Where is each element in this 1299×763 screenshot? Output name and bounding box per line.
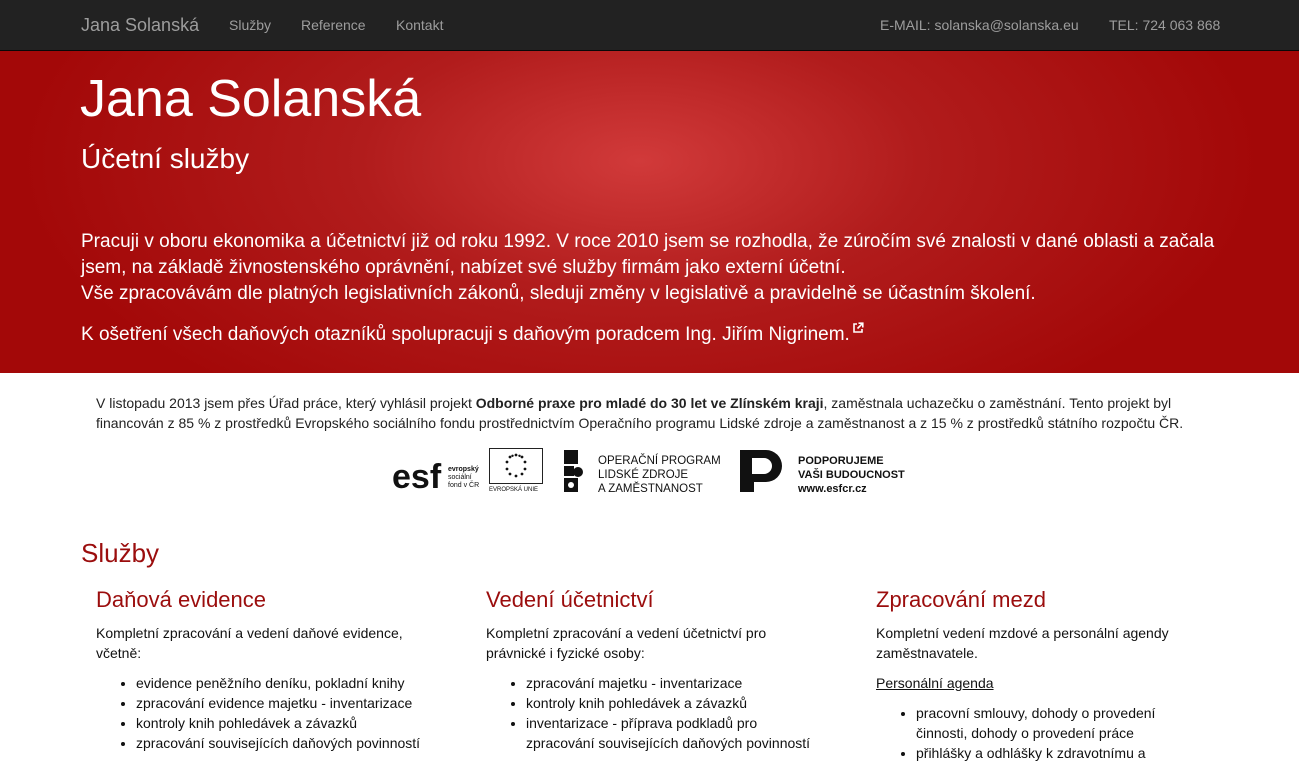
op-text: OPERAČNÍ PROGRAM LIDSKÉ ZDROJE A ZAMĚSTN…: [598, 454, 721, 496]
support-line-2: VAŠI BUDOUCNOST: [798, 469, 905, 481]
list-item: evidence peněžního deníku, pokladní knih…: [136, 673, 426, 693]
service-list: pracovní smlouvy, dohody o provedení čin…: [876, 703, 1176, 763]
brand-link[interactable]: Jana Solanská: [81, 15, 199, 36]
op-line-1: OPERAČNÍ PROGRAM: [598, 455, 721, 467]
nav-phone[interactable]: TEL: 724 063 868: [1109, 17, 1220, 33]
list-item: zpracování majetku - inventarizace: [526, 673, 816, 693]
esf-small-line-1: evropský: [448, 466, 479, 473]
nav-link-kontakt[interactable]: Kontakt: [396, 17, 443, 33]
op-line-3: A ZAMĚSTNANOST: [598, 483, 703, 495]
support-url: www.esfcr.cz: [798, 483, 867, 495]
service-heading: Daňová evidence: [96, 587, 267, 612]
eu-funding-logos: esf evropský sociální fond v ČR EVROPSKÁ…: [392, 446, 912, 496]
hero-title: Jana Solanská: [80, 70, 422, 128]
service-subheading: Personální agenda: [876, 675, 994, 691]
service-heading: Vedení účetnictví: [486, 587, 654, 612]
hero-subtitle: Účetní služby: [81, 143, 250, 174]
nav-link-reference[interactable]: Reference: [301, 17, 366, 33]
service-column-payroll: Zpracování mezd Kompletní vedení mzdové …: [876, 585, 1206, 763]
list-item: přihlášky a odhlášky k zdravotnímu a: [916, 743, 1176, 763]
op-figure-icon: [564, 450, 583, 492]
top-navbar: Jana Solanská Služby Reference Kontakt E…: [0, 0, 1299, 51]
list-item: zpracování evidence majetku - inventariz…: [136, 693, 426, 713]
list-item: pracovní smlouvy, dohody o provedení čin…: [916, 703, 1176, 743]
service-list: evidence peněžního deníku, pokladní knih…: [96, 673, 426, 753]
support-logo: PODPORUJEME VAŠI BUDOUCNOST www.esfcr.cz: [736, 448, 912, 496]
notice-project-name: Odborné praxe pro mladé do 30 let ve Zlí…: [475, 395, 824, 411]
list-item: kontroly knih pohledávek a závazků: [136, 713, 426, 733]
op-lzz-logo: OPERAČNÍ PROGRAM LIDSKÉ ZDROJE A ZAMĚSTN…: [562, 448, 722, 496]
service-list: zpracování majetku - inventarizace kontr…: [486, 673, 816, 753]
service-column-accounting: Vedení účetnictví Kompletní zpracování a…: [486, 585, 816, 753]
esf-logo: esf evropský sociální fond v ČR EVROPSKÁ…: [392, 448, 543, 496]
list-item: inventarizace - příprava podkladů pro zp…: [526, 713, 816, 753]
esf-small-line-2: sociální: [448, 474, 472, 481]
hero-banner: Jana Solanská Účetní služby Pracuji v ob…: [0, 51, 1299, 373]
support-line-1: PODPORUJEME: [798, 455, 884, 467]
nav-link-sluzby[interactable]: Služby: [229, 17, 271, 33]
service-heading: Zpracování mezd: [876, 587, 1046, 612]
hero-intro-text: Pracuji v oboru ekonomika a účetnictví j…: [81, 231, 1215, 278]
hero-intro-text-2: Vše zpracovávám dle platných legislativn…: [81, 283, 1036, 304]
external-link-icon[interactable]: [852, 316, 864, 342]
service-intro: Kompletní zpracování a vedení účetnictví…: [486, 625, 767, 661]
hero-tax-advisor: K ošetření všech daňových otazníků spolu…: [81, 316, 1231, 348]
notice-text-before: V listopadu 2013 jsem přes Úřad práce, k…: [96, 395, 476, 411]
op-line-2: LIDSKÉ ZDROJE: [598, 469, 689, 481]
hero-tax-advisor-text: K ošetření všech daňových otazníků spolu…: [81, 324, 850, 345]
support-text: PODPORUJEME VAŠI BUDOUCNOST www.esfcr.cz: [798, 454, 905, 496]
svg-text:esf: esf: [392, 458, 442, 494]
esf-letters-icon: esf: [392, 458, 442, 494]
esf-project-notice: V listopadu 2013 jsem přes Úřad práce, k…: [96, 393, 1216, 433]
nav-email[interactable]: E-MAIL: solanska@solanska.eu: [880, 17, 1079, 33]
eu-flag-icon: [489, 448, 543, 484]
support-arrow-icon: [740, 450, 782, 492]
hero-intro: Pracuji v oboru ekonomika a účetnictví j…: [81, 229, 1231, 307]
list-item: zpracování souvisejících daňových povinn…: [136, 733, 426, 753]
service-intro: Kompletní zpracování a vedení daňové evi…: [96, 625, 403, 661]
service-intro: Kompletní vedení mzdové a personální age…: [876, 625, 1169, 661]
esf-small-text: evropský sociální fond v ČR: [448, 466, 479, 490]
services-title: Služby: [81, 538, 160, 568]
service-column-tax-records: Daňová evidence Kompletní zpracování a v…: [96, 585, 426, 753]
eu-label: EVROPSKÁ UNIE: [489, 487, 539, 493]
list-item: kontroly knih pohledávek a závazků: [526, 693, 816, 713]
esf-small-line-3: fond v ČR: [448, 482, 480, 489]
